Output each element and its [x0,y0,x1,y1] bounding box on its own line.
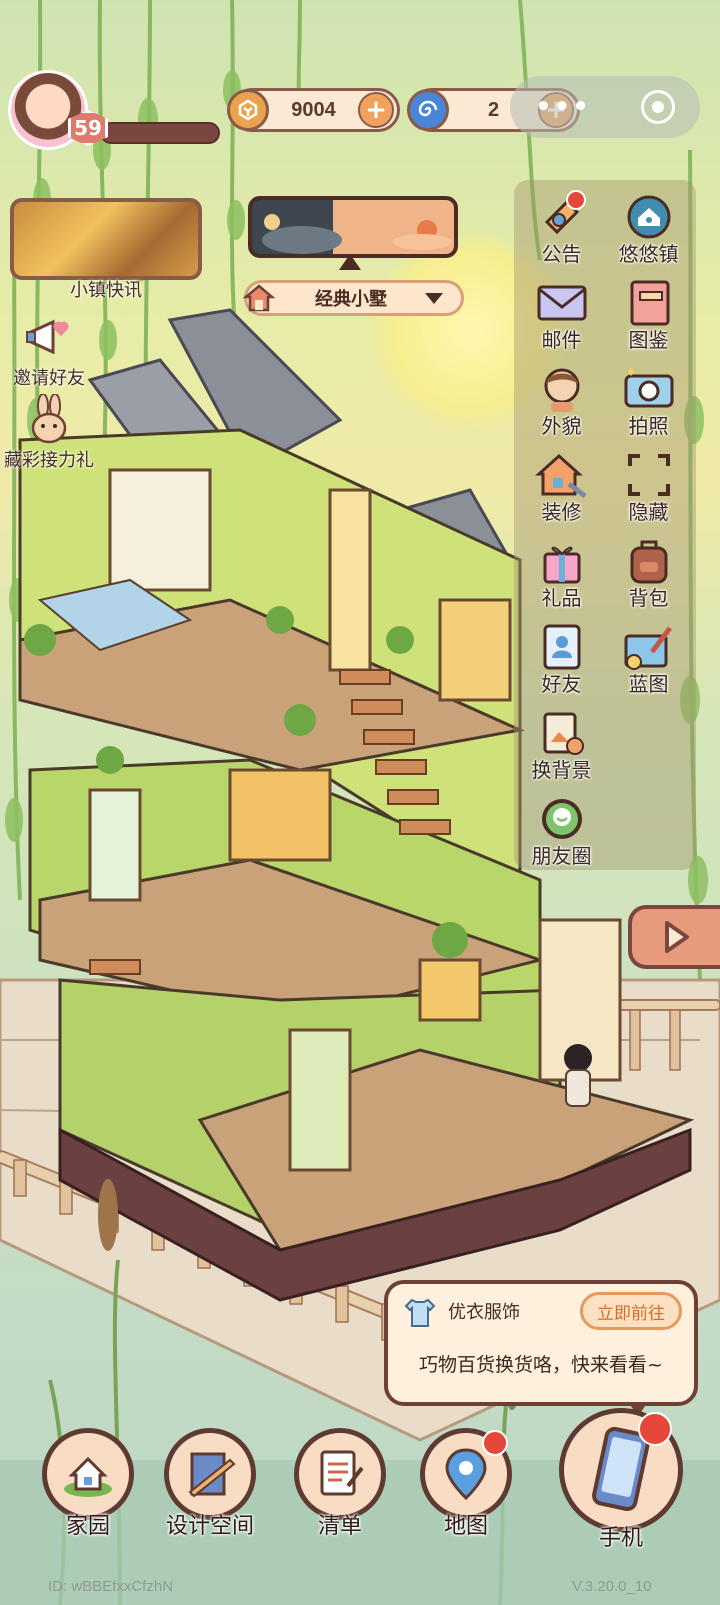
menu-label: 背包 [628,586,669,610]
add-coin-button[interactable]: + [358,92,394,128]
menu-decorate[interactable]: 装修 [518,448,605,534]
menu-label: 装修 [541,500,582,524]
house-icon [241,280,277,316]
time-pointer-icon [339,254,361,270]
notification-message: 巧物百货换货咯，快来看看~ [419,1354,663,1376]
coin-value: 9004 [291,98,336,121]
house-wrench-icon [534,448,589,502]
blueprint-icon [622,620,676,674]
menu-label: 悠悠镇 [618,242,679,266]
menu-label: 外貌 [541,414,582,438]
home-garden-icon [42,1428,134,1520]
expand-panel-button[interactable] [628,905,720,969]
house-badge-icon [622,190,676,244]
menu-label: 礼品 [541,586,582,610]
checklist-icon [294,1428,386,1520]
town-news-label: 小镇快讯 [70,280,142,301]
menu-appearance[interactable]: 外貌 [518,362,605,448]
backpack-icon [622,534,676,588]
menu-friends[interactable]: 好友 [518,620,605,706]
nav-label: 家园 [65,1514,110,1539]
person-icon [535,362,589,416]
nav-design-space[interactable]: 设计空间 [160,1428,260,1540]
map-badge [482,1430,508,1456]
nav-label: 清单 [317,1514,362,1539]
menu-moments[interactable]: 朋友圈 [518,792,605,878]
menu-label: 拍照 [628,414,669,438]
menu-mail[interactable]: 邮件 [518,276,605,362]
menu-blueprint[interactable]: 蓝图 [605,620,692,706]
menu-yoyo-town[interactable]: 悠悠镇 [605,190,692,276]
nav-label: 手机 [598,1526,643,1551]
menu-label: 隐藏 [628,500,669,524]
menu-change-background[interactable]: 换背景 [518,706,605,792]
menu-label: 图鉴 [628,328,669,352]
relay-gift-label: 藏彩接力礼 [4,450,94,471]
bunny-icon [21,394,77,446]
nav-home[interactable]: 家园 [38,1428,138,1540]
menu-backpack[interactable]: 背包 [605,534,692,620]
frame-corners-icon [622,448,676,502]
shirt-icon [404,1298,436,1327]
time-of-day-indicator [248,196,458,258]
coin-currency: 9004 + [227,88,400,132]
moments-icon [535,792,589,846]
relay-gift[interactable]: 藏彩接力礼 [4,394,94,472]
system-capsule: ••• [510,76,700,138]
invite-friends-label: 邀请好友 [13,368,85,389]
shop-notification: 优衣服饰 立即前往 巧物百货换货咯，快来看看~ [384,1280,698,1406]
level-progress-bar [100,122,220,144]
house-selector[interactable]: 经典小墅 [241,280,464,316]
nav-label: 设计空间 [165,1514,254,1539]
gift-icon [535,534,589,588]
swirl-gem-icon [407,89,449,131]
shop-name: 优衣服饰 [448,1302,520,1323]
nav-label: 地图 [443,1514,488,1539]
menu-gift[interactable]: 礼品 [518,534,605,620]
chevron-down-icon [425,292,443,304]
menu-label: 朋友圈 [531,844,592,868]
go-now-button[interactable]: 立即前往 [580,1292,682,1330]
player-id: ID: wBBEfxxCfzhN [48,1578,174,1595]
chevron-right-icon [665,921,689,953]
menu-photo[interactable]: 拍照 [605,362,692,448]
camera-icon [622,362,676,416]
menu-label: 公告 [541,242,582,266]
menu-label: 换背景 [531,758,592,782]
coin-icon [227,89,269,131]
book-icon [622,276,676,330]
menu-label: 好友 [541,672,582,696]
ruler-design-icon [164,1428,256,1520]
menu-collection[interactable]: 图鉴 [605,276,692,362]
town-news-thumbnail[interactable] [10,198,202,280]
menu-announcement[interactable]: 公告 [518,190,605,276]
version-label: V.3.20.0_10 [572,1578,652,1595]
nav-checklist[interactable]: 清单 [290,1428,390,1540]
more-options-icon[interactable]: ••• [535,92,591,122]
invite-friends[interactable]: 邀请好友 [4,312,94,390]
image-swap-icon [535,706,589,760]
menu-placeholder [605,706,692,792]
menu-label: 蓝图 [628,672,669,696]
function-menu-panel: 公告 悠悠镇 邮件 图鉴 外貌 拍照 装修 隐藏 礼品 背包 好友 蓝图 换背景… [514,180,696,870]
announcement-badge [566,190,586,210]
level-value: 59 [74,116,102,140]
menu-label: 邮件 [541,328,582,352]
contacts-icon [535,620,589,674]
mail-icon [535,276,589,330]
menu-hide[interactable]: 隐藏 [605,448,692,534]
phone-badge [638,1412,672,1446]
close-target-icon[interactable] [640,90,675,124]
megaphone-icon [21,312,77,364]
nav-phone[interactable]: 手机 [556,1408,686,1552]
nav-map[interactable]: 地图 [416,1428,516,1540]
house-name: 经典小墅 [315,289,387,310]
